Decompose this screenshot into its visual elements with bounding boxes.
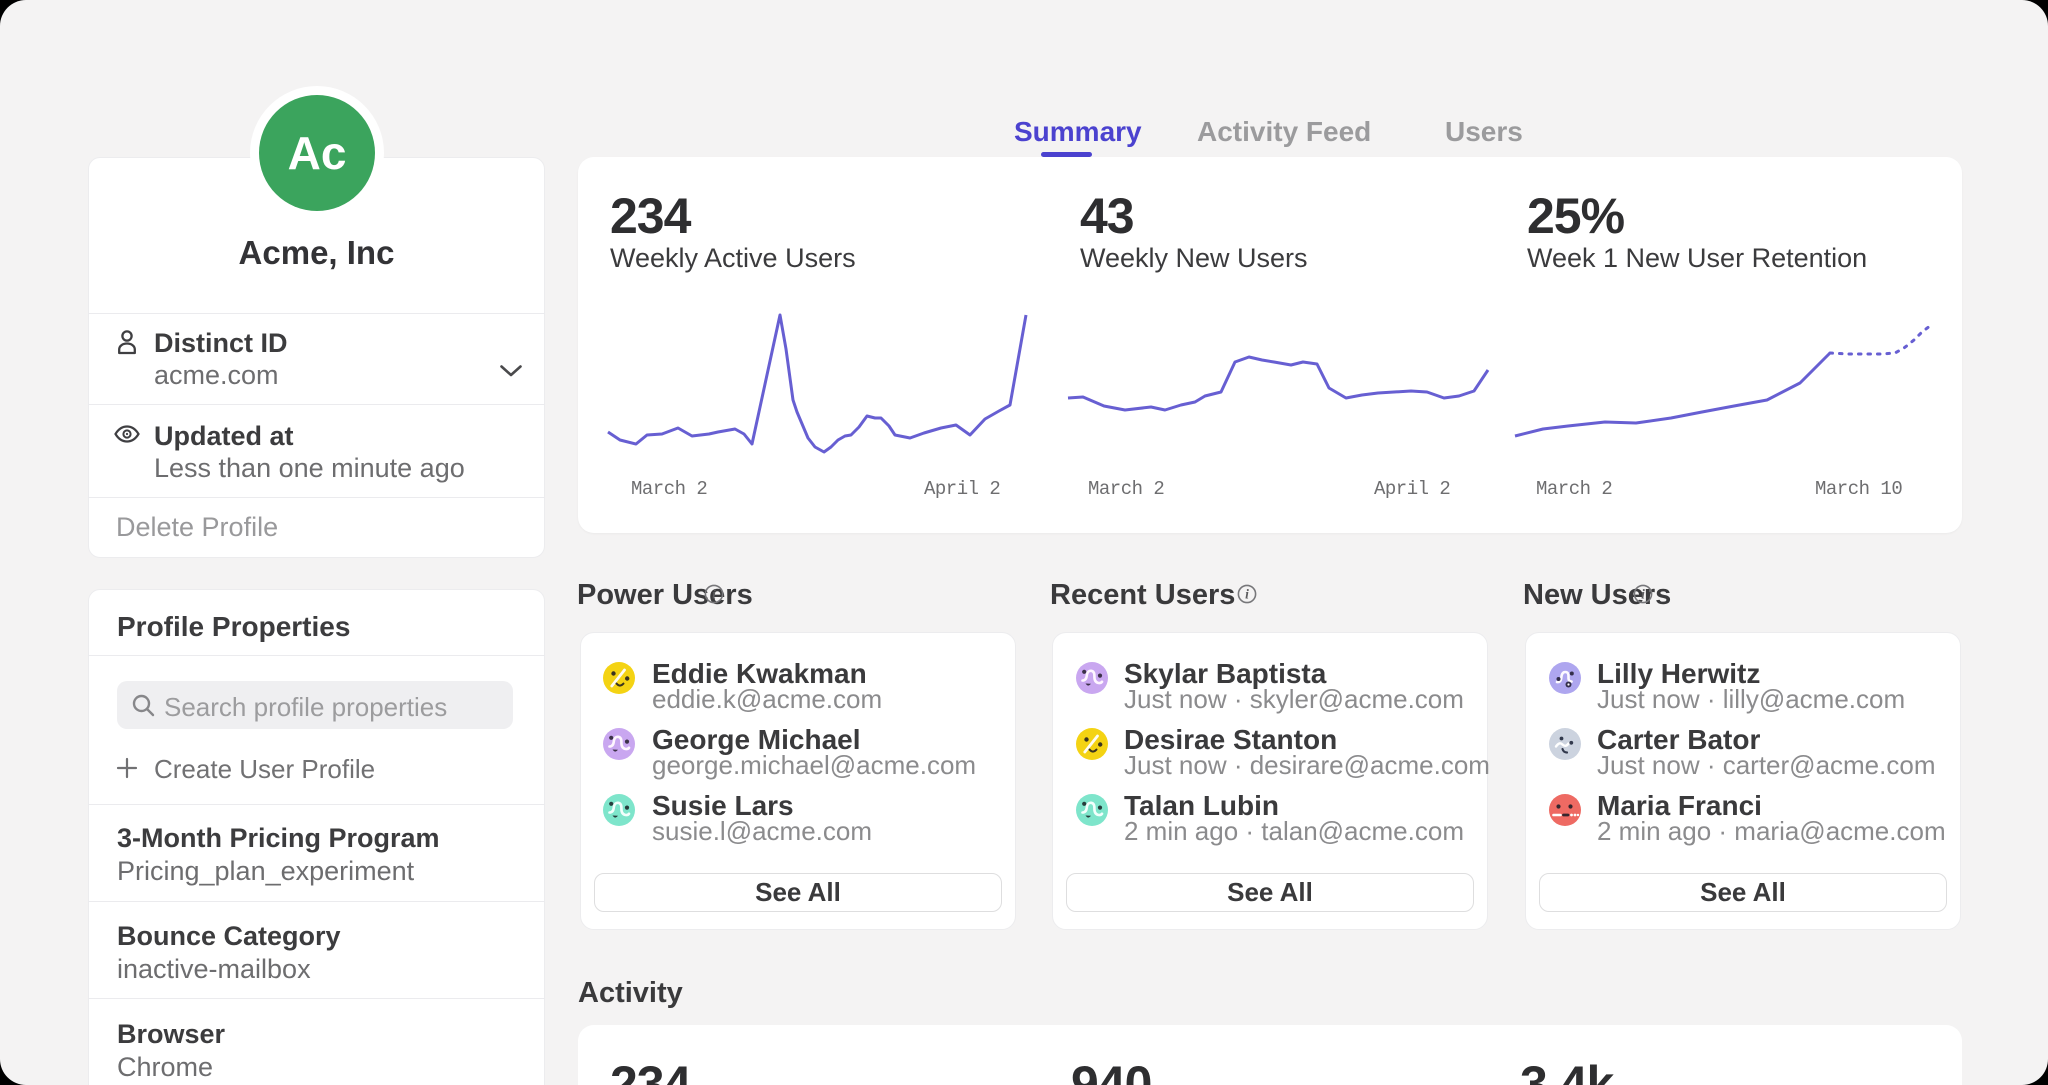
- svg-text:i: i: [1245, 587, 1249, 602]
- svg-text:i: i: [1641, 587, 1645, 602]
- svg-text:i: i: [712, 587, 716, 602]
